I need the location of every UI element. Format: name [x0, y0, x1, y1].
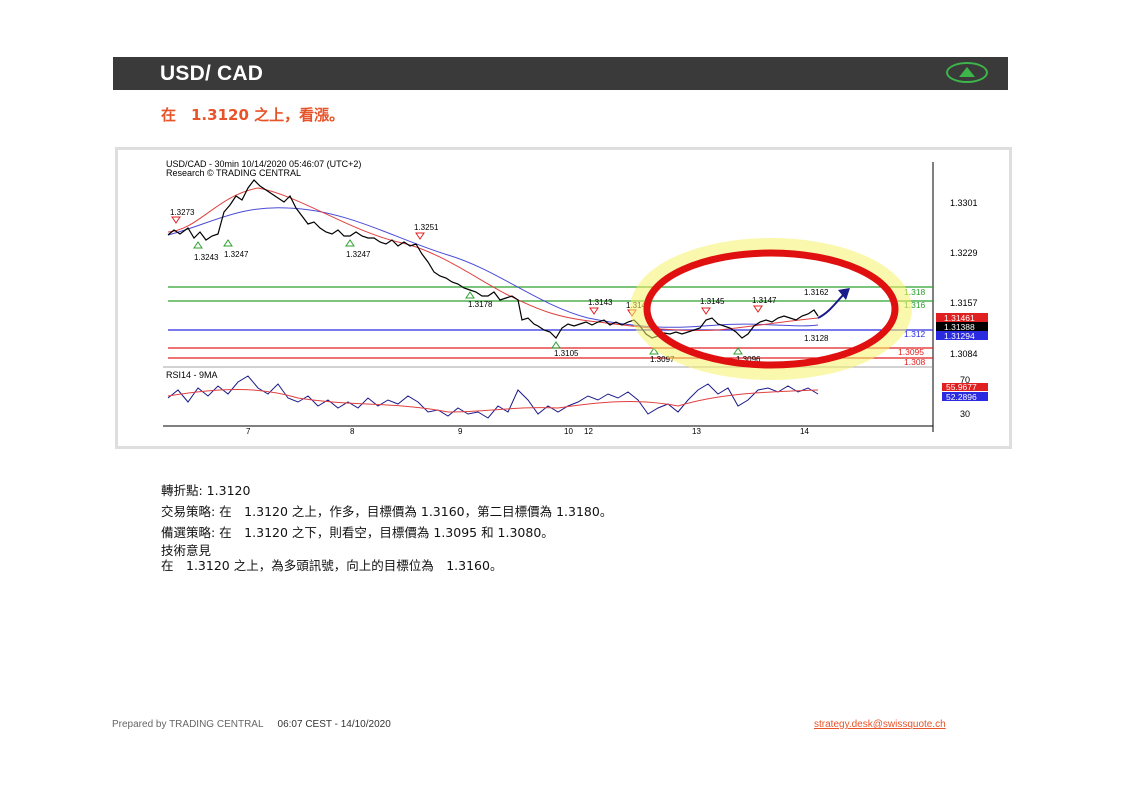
comment-title: 技術意見	[161, 543, 212, 558]
rsi-tag: 52.2896	[946, 392, 977, 402]
technical-comment: 在 1.3120 之上，為多頭訊號，向上的目標位為 1.3160。	[161, 558, 503, 573]
point-label: 1.3105	[554, 349, 579, 358]
alternative-strategy: 備選策略: 在 1.3120 之下，則看空，目標價為 1.3095 和 1.30…	[161, 525, 554, 540]
email-link[interactable]: strategy.desk@swissquote.ch	[814, 719, 946, 730]
price-axis-label: 1.3229	[950, 248, 978, 258]
price-axis-label: 1.3084	[950, 349, 978, 359]
rsi-label: RSI14 - 9MA	[166, 370, 218, 380]
date-tick: 14	[800, 427, 809, 436]
rsi-axis-label: 30	[960, 409, 970, 419]
point-label: 1.3247	[224, 250, 249, 259]
date-tick: 12	[584, 427, 593, 436]
trading-strategy: 交易策略: 在 1.3120 之上，作多，目標價為 1.3160，第二目標價為 …	[161, 504, 613, 519]
analysis-text: 轉折點: 1.3120 交易策略: 在 1.3120 之上，作多，目標價為 1.…	[161, 480, 612, 573]
up-arrow-icon[interactable]	[946, 62, 988, 83]
point-label: 1.3145	[700, 297, 725, 306]
point-label: 1.3243	[194, 253, 219, 262]
rsi-tag: 55.9677	[946, 382, 977, 392]
level-tag: 1.308	[904, 357, 926, 367]
date-tick: 10	[564, 427, 573, 436]
chart-source-line: Research © TRADING CENTRAL	[166, 168, 301, 178]
point-label: 1.3143	[588, 298, 613, 307]
date-tick: 9	[458, 427, 463, 436]
header-bar: USD/ CAD	[113, 57, 1008, 90]
level-tag: 1.312	[904, 329, 926, 339]
pivot-point: 轉折點: 1.3120	[161, 483, 251, 498]
prepared-by: Prepared by TRADING CENTRAL	[112, 719, 264, 730]
point-label: 1.3162	[804, 288, 829, 297]
date-tick: 13	[692, 427, 701, 436]
point-label: 1.3128	[804, 334, 829, 343]
date-tick: 8	[350, 427, 355, 436]
date-tick: 7	[246, 427, 251, 436]
level-tag: 1.3095	[898, 347, 924, 357]
point-label: 1.3178	[468, 300, 493, 309]
point-label: 1.3251	[414, 223, 439, 232]
page-title: USD/ CAD	[160, 62, 264, 85]
headline: 在 1.3120 之上，看漲。	[161, 106, 345, 124]
point-label: 1.3273	[170, 208, 195, 217]
price-axis-label: 1.3301	[950, 198, 978, 208]
footer-prepared: Prepared by TRADING CENTRAL 06:07 CEST - …	[112, 719, 391, 730]
price-chart: USD/CAD - 30min 10/14/2020 05:46:07 (UTC…	[115, 147, 1012, 449]
price-tag: 1.31294	[944, 331, 975, 341]
price-axis-label: 1.3157	[950, 298, 978, 308]
point-label: 1.3247	[346, 250, 371, 259]
footer-timestamp: 06:07 CEST - 14/10/2020	[277, 719, 391, 730]
point-label: 1.3147	[752, 296, 777, 305]
